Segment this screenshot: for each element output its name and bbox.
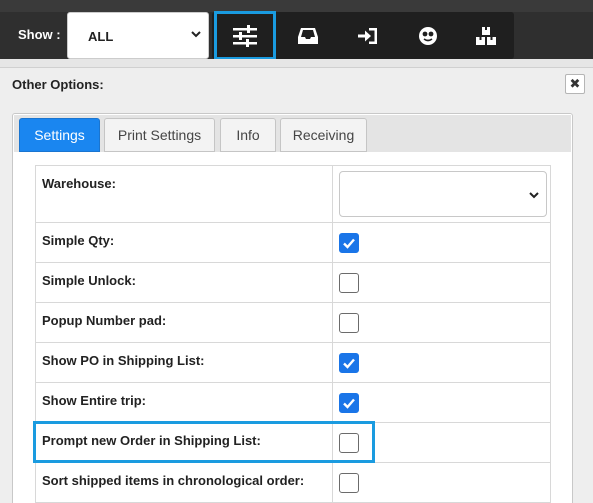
column-divider (332, 263, 333, 302)
settings-row: Show PO in Shipping List: (35, 343, 551, 383)
toolbar-top-strip (0, 0, 593, 12)
settings-row-warehouse: Warehouse: (35, 165, 551, 223)
inventory-button[interactable] (456, 12, 516, 59)
setting-label: Simple Unlock: (42, 273, 136, 288)
close-button[interactable]: ✖ (565, 74, 585, 94)
chevron-down-icon (191, 31, 201, 38)
top-toolbar: Show : ALL (0, 0, 593, 60)
tab-settings[interactable]: Settings (19, 118, 100, 152)
popup-number-pad-checkbox[interactable] (339, 313, 359, 333)
column-divider (332, 223, 333, 262)
show-label: Show : (18, 27, 61, 42)
sign-in-icon (358, 27, 377, 44)
options-button[interactable] (214, 11, 276, 60)
simple-unlock-checkbox[interactable] (339, 273, 359, 293)
settings-row: Popup Number pad: (35, 303, 551, 343)
column-divider (332, 303, 333, 342)
setting-label: Popup Number pad: (42, 313, 167, 328)
show-filter-select[interactable]: ALL (67, 12, 209, 59)
column-divider (332, 463, 333, 502)
highlight-box (33, 421, 375, 463)
sort-chronological-checkbox[interactable] (339, 473, 359, 493)
settings-row: Sort shipped items in chronological orde… (35, 463, 551, 503)
setting-label: Sort shipped items in chronological orde… (42, 473, 305, 488)
show-entire-trip-checkbox[interactable] (339, 393, 359, 413)
tab-print-settings[interactable]: Print Settings (104, 118, 215, 152)
toolbar-separator (0, 59, 593, 67)
check-icon (343, 358, 355, 369)
warehouse-label: Warehouse: (42, 176, 116, 191)
inbox-tray-icon (298, 27, 318, 44)
sign-in-button[interactable] (338, 12, 398, 59)
inbox-button[interactable] (278, 12, 338, 59)
boxes-icon (476, 26, 496, 45)
panel-title: Other Options: (12, 77, 104, 92)
settings-row: Simple Qty: (35, 223, 551, 263)
tab-info[interactable]: Info (220, 118, 276, 152)
column-divider (332, 343, 333, 382)
settings-row: Simple Unlock: (35, 263, 551, 303)
setting-label: Show PO in Shipping List: (42, 353, 205, 368)
warehouse-select[interactable] (339, 171, 547, 217)
column-divider (332, 383, 333, 422)
check-icon (343, 398, 355, 409)
show-po-checkbox[interactable] (339, 353, 359, 373)
setting-label: Show Entire trip: (42, 393, 146, 408)
sliders-icon (233, 24, 257, 47)
account-button[interactable] (398, 12, 458, 59)
show-filter-value: ALL (88, 29, 114, 44)
face-icon (419, 26, 437, 45)
tab-receiving[interactable]: Receiving (280, 118, 367, 152)
simple-qty-checkbox[interactable] (339, 233, 359, 253)
column-divider (332, 166, 333, 222)
toolbar-icon-group (212, 11, 516, 60)
chevron-down-icon (529, 192, 539, 199)
setting-label: Simple Qty: (42, 233, 115, 248)
settings-row: Show Entire trip: (35, 383, 551, 423)
check-icon (343, 238, 355, 249)
